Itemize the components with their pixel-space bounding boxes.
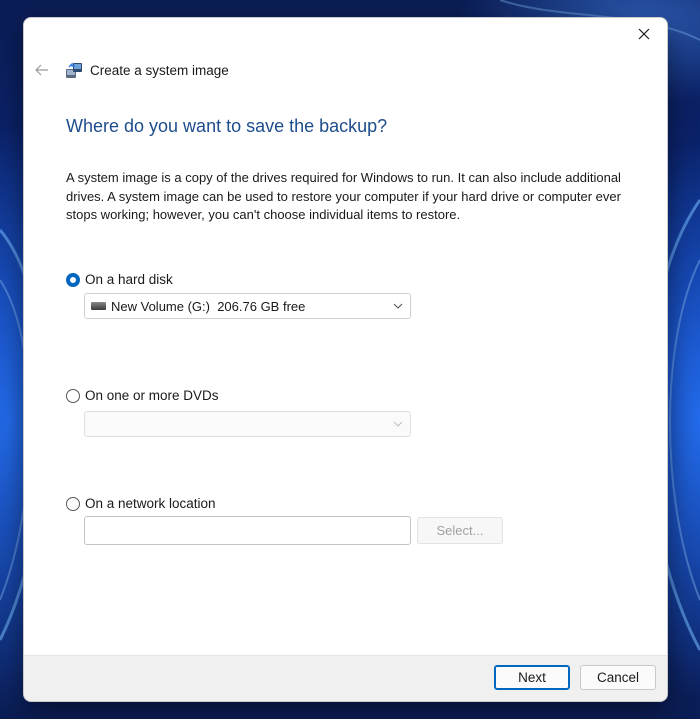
hard-disk-option[interactable]: On a hard disk xyxy=(66,272,173,287)
window-title: Create a system image xyxy=(90,62,229,78)
dvd-dropdown xyxy=(84,411,411,437)
hard-disk-label: On a hard disk xyxy=(85,272,173,287)
cancel-button[interactable]: Cancel xyxy=(580,665,656,690)
dvd-radio[interactable] xyxy=(66,388,80,403)
description-text: A system image is a copy of the drives r… xyxy=(66,170,621,222)
hard-drive-icon xyxy=(91,302,106,310)
page-heading: Where do you want to save the backup? xyxy=(66,116,388,136)
chevron-down-icon xyxy=(386,421,410,427)
network-radio[interactable] xyxy=(66,496,80,511)
system-image-dialog: Create a system image Where do you want … xyxy=(23,17,668,702)
hard-disk-dropdown[interactable]: New Volume (G:) 206.76 GB free xyxy=(84,293,411,319)
dialog-footer: Next Cancel xyxy=(24,655,667,701)
back-arrow-icon xyxy=(35,64,48,76)
selected-drive: New Volume (G:) 206.76 GB free xyxy=(111,298,306,314)
title-bar: Create a system image xyxy=(24,54,667,86)
hard-disk-radio[interactable] xyxy=(66,272,80,287)
backup-app-icon xyxy=(66,62,82,78)
dvd-label: On one or more DVDs xyxy=(85,388,219,403)
close-button[interactable] xyxy=(621,18,667,50)
next-button[interactable]: Next xyxy=(494,665,570,690)
back-button[interactable] xyxy=(26,54,58,86)
network-location-input[interactable] xyxy=(84,516,411,545)
network-option[interactable]: On a network location xyxy=(66,496,216,511)
network-label: On a network location xyxy=(85,496,216,511)
chevron-down-icon xyxy=(386,303,410,309)
select-network-button[interactable]: Select... xyxy=(417,517,503,544)
close-icon xyxy=(638,28,650,40)
dvd-option[interactable]: On one or more DVDs xyxy=(66,388,219,403)
